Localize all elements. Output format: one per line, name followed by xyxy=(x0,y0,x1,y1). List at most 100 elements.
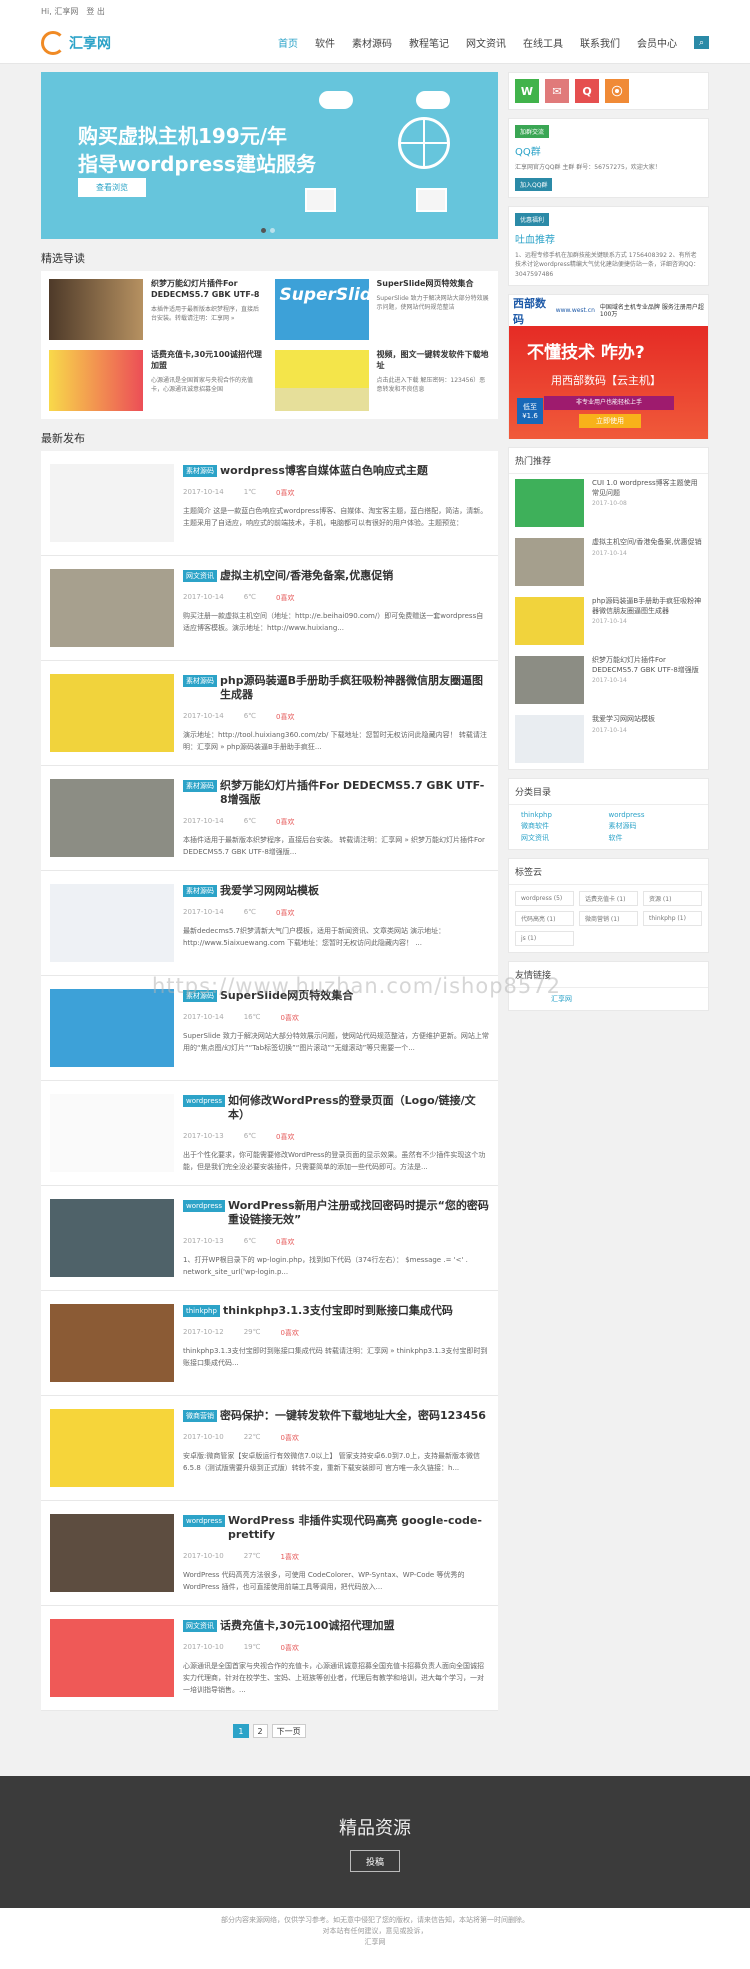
post-thumbnail[interactable] xyxy=(50,1199,174,1277)
tag-link[interactable]: 代码高亮 (1) xyxy=(515,911,574,927)
nav-member[interactable]: 会员中心 xyxy=(637,35,677,50)
post-likes[interactable]: 0喜欢 xyxy=(276,1237,294,1247)
post-thumbnail[interactable] xyxy=(50,569,174,647)
post-item[interactable]: wordpress 如何修改WordPress的登录页面（Logo/链接/文本） 2… xyxy=(41,1081,498,1186)
category-link[interactable]: 素材源码 xyxy=(609,821,697,831)
post-title[interactable]: 虚拟主机空间/香港免备案,优惠促销 xyxy=(220,569,393,583)
hot-thumbnail[interactable] xyxy=(515,538,584,587)
hot-item[interactable]: 虚拟主机空间/香港免备案,优惠促销 2017-10-14 xyxy=(509,533,708,592)
post-category-tag[interactable]: 素材源码 xyxy=(183,885,217,897)
hero-banner[interactable]: 购买虚拟主机199元/年 指导wordpress建站服务 查看浏览 xyxy=(41,72,498,239)
post-category-tag[interactable]: thinkphp xyxy=(183,1305,220,1317)
post-title[interactable]: thinkphp3.1.3支付宝即时到账接口集成代码 xyxy=(223,1304,453,1318)
tag-link[interactable]: 话费充值卡 (1) xyxy=(579,891,638,907)
featured-item[interactable]: 话费充值卡,30元100诚招代理加盟 心源通讯是全国首家与央视合作的充值卡，心源通… xyxy=(49,350,265,411)
post-thumbnail[interactable] xyxy=(50,884,174,962)
featured-item[interactable]: SuperSlide SuperSlide网页特效集合 SuperSlide 致力于… xyxy=(274,279,491,340)
post-item[interactable]: 素材源码 php源码装逼B手册助手疯狂吸粉神器微信朋友圈逼图生成器 2017-10-… xyxy=(41,661,498,766)
featured-title[interactable]: 话费充值卡,30元100诚招代理加盟 xyxy=(151,350,265,372)
post-category-tag[interactable]: 网文资讯 xyxy=(183,570,217,582)
featured-item[interactable]: 视频，图文一键转发软件下载地址 点击此进入下载 解压密码：123456）恶意转发和… xyxy=(274,350,491,411)
post-likes[interactable]: 0喜欢 xyxy=(276,908,294,918)
post-title[interactable]: 话费充值卡,30元100诚招代理加盟 xyxy=(220,1619,394,1633)
post-likes[interactable]: 0喜欢 xyxy=(276,817,294,827)
post-thumbnail[interactable] xyxy=(50,989,174,1067)
next-page[interactable]: 下一页 xyxy=(271,1724,306,1738)
search-icon[interactable]: ⌕ xyxy=(694,36,709,49)
logo[interactable]: 汇享网 xyxy=(41,30,241,55)
post-item[interactable]: 网文资讯 话费充值卡,30元100诚招代理加盟 2017-10-10 19℃ 0喜欢 心源… xyxy=(41,1606,498,1711)
category-link[interactable]: 微商软件 xyxy=(521,821,609,831)
post-thumbnail[interactable] xyxy=(50,1409,174,1487)
post-item[interactable]: wordpress WordPress 非插件实现代码高亮 google-code… xyxy=(41,1501,498,1606)
category-link[interactable]: thinkphp xyxy=(521,811,609,819)
banner-button[interactable]: 查看浏览 xyxy=(78,178,146,197)
nav-home[interactable]: 首页 xyxy=(278,35,298,50)
post-likes[interactable]: 0喜欢 xyxy=(276,488,294,498)
post-likes[interactable]: 0喜欢 xyxy=(280,1328,298,1338)
logout-link[interactable]: 登 出 xyxy=(86,6,105,17)
ad-button[interactable]: 立即使用 xyxy=(579,414,641,429)
hot-thumbnail[interactable] xyxy=(515,715,584,764)
post-likes[interactable]: 1喜欢 xyxy=(280,1552,298,1562)
post-thumbnail[interactable] xyxy=(50,1304,174,1382)
post-category-tag[interactable]: 素材源码 xyxy=(183,465,217,477)
nav-news[interactable]: 网文资讯 xyxy=(466,35,506,50)
hot-title[interactable]: 我爱学习网网站模板 xyxy=(592,715,655,724)
post-category-tag[interactable]: 素材源码 xyxy=(183,675,217,687)
post-title[interactable]: php源码装逼B手册助手疯狂吸粉神器微信朋友圈逼图生成器 xyxy=(220,674,489,702)
hot-thumbnail[interactable] xyxy=(515,656,584,705)
nav-tutorial[interactable]: 教程笔记 xyxy=(409,35,449,50)
post-title[interactable]: wordpress博客自媒体蓝白色响应式主题 xyxy=(220,464,428,478)
featured-title[interactable]: 织梦万能幻灯片插件For DEDECMS5.7 GBK UTF-8 xyxy=(151,279,265,301)
post-category-tag[interactable]: 网文资讯 xyxy=(183,1620,217,1632)
post-title[interactable]: 如何修改WordPress的登录页面（Logo/链接/文本） xyxy=(228,1094,489,1122)
post-item[interactable]: 网文资讯 虚拟主机空间/香港免备案,优惠促销 2017-10-14 6℃ 0喜欢 购买注册… xyxy=(41,556,498,661)
category-link[interactable]: 软件 xyxy=(609,833,697,843)
category-link[interactable]: 网文资讯 xyxy=(521,833,609,843)
hot-title[interactable]: 织梦万能幻灯片插件For DEDECMS5.7 GBK UTF-8增强版 xyxy=(592,656,702,675)
hot-title[interactable]: php源码装逼B手册助手疯狂吸粉神器微信朋友圈逼图生成器 xyxy=(592,597,702,616)
post-thumbnail[interactable] xyxy=(50,779,174,857)
category-link[interactable]: wordpress xyxy=(609,811,697,819)
post-likes[interactable]: 0喜欢 xyxy=(276,593,294,603)
hot-item[interactable]: php源码装逼B手册助手疯狂吸粉神器微信朋友圈逼图生成器 2017-10-14 xyxy=(509,592,708,651)
post-category-tag[interactable]: wordpress xyxy=(183,1095,225,1107)
hot-thumbnail[interactable] xyxy=(515,479,584,528)
hot-item[interactable]: 织梦万能幻灯片插件For DEDECMS5.7 GBK UTF-8增强版 2017… xyxy=(509,651,708,710)
post-thumbnail[interactable] xyxy=(50,1514,174,1592)
post-item[interactable]: 微商营销 密码保护：一键转发软件下载地址大全，密码123456 2017-10-10… xyxy=(41,1396,498,1501)
post-title[interactable]: WordPress 非插件实现代码高亮 google-code-prettify xyxy=(228,1514,489,1542)
post-category-tag[interactable]: 素材源码 xyxy=(183,780,217,792)
featured-title[interactable]: SuperSlide网页特效集合 xyxy=(377,279,491,290)
post-thumbnail[interactable] xyxy=(50,1094,174,1172)
post-likes[interactable]: 0喜欢 xyxy=(280,1433,298,1443)
mail-icon[interactable]: ✉ xyxy=(545,79,569,103)
qq-icon[interactable]: Q xyxy=(575,79,599,103)
page-2[interactable]: 2 xyxy=(252,1724,268,1738)
post-item[interactable]: 素材源码 wordpress博客自媒体蓝白色响应式主题 2017-10-14 1℃ 0喜… xyxy=(41,451,498,556)
post-likes[interactable]: 0喜欢 xyxy=(276,712,294,722)
post-title[interactable]: 密码保护：一键转发软件下载地址大全，密码123456 xyxy=(220,1409,486,1423)
post-thumbnail[interactable] xyxy=(50,1619,174,1697)
post-title[interactable]: 我爱学习网网站模板 xyxy=(220,884,319,898)
hot-thumbnail[interactable] xyxy=(515,597,584,646)
post-item[interactable]: 素材源码 我爱学习网网站模板 2017-10-14 6℃ 0喜欢 最新dedecms5.7… xyxy=(41,871,498,976)
tag-link[interactable]: wordpress (5) xyxy=(515,891,574,907)
post-item[interactable]: thinkphp thinkphp3.1.3支付宝即时到账接口集成代码 2017-1… xyxy=(41,1291,498,1396)
post-category-tag[interactable]: wordpress xyxy=(183,1515,225,1527)
page-1[interactable]: 1 xyxy=(233,1724,249,1738)
nav-software[interactable]: 软件 xyxy=(315,35,335,50)
post-title[interactable]: 织梦万能幻灯片插件For DEDECMS5.7 GBK UTF-8增强版 xyxy=(220,779,489,807)
post-category-tag[interactable]: 微商营销 xyxy=(183,1410,217,1422)
hot-title[interactable]: CUI 1.0 wordpress博客主题使用常见问题 xyxy=(592,479,702,498)
post-likes[interactable]: 0喜欢 xyxy=(276,1132,294,1142)
nav-contact[interactable]: 联系我们 xyxy=(580,35,620,50)
featured-title[interactable]: 视频，图文一键转发软件下载地址 xyxy=(377,350,491,372)
tag-link[interactable]: 资源 (1) xyxy=(643,891,702,907)
slider-dots[interactable] xyxy=(261,228,275,233)
tag-link[interactable]: thinkphp (1) xyxy=(643,911,702,927)
post-title[interactable]: WordPress新用户注册或找回密码时提示“您的密码重设链接无效” xyxy=(228,1199,489,1227)
rss-icon[interactable]: ⦿ xyxy=(605,79,629,103)
footer-brand[interactable]: 汇享网 xyxy=(0,1937,750,1948)
